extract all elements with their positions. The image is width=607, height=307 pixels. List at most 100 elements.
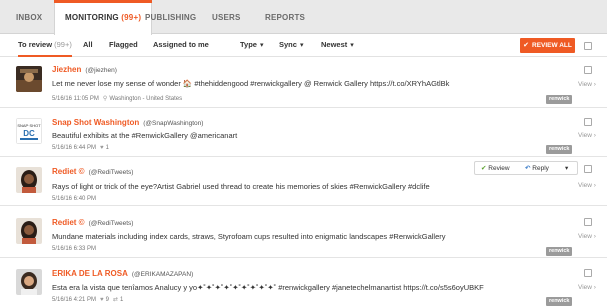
- like-count: 1: [105, 145, 109, 151]
- author-handle: (@jiezhen): [85, 67, 117, 74]
- tag-badge[interactable]: renwick: [546, 297, 573, 306]
- chevron-right-icon: ›: [593, 182, 596, 189]
- reply-options-dropdown[interactable]: ▾: [565, 162, 568, 174]
- tab-inbox[interactable]: INBOX: [16, 0, 42, 34]
- newest-dropdown[interactable]: Newest: [321, 35, 354, 57]
- author-name-text: Rediet ©: [52, 218, 85, 227]
- chevron-right-icon: ›: [593, 132, 596, 139]
- select-all-checkbox[interactable]: [584, 42, 592, 50]
- post-date: 5/16/16 6:33 PM: [52, 246, 97, 252]
- review-all-button[interactable]: ✔ REVIEW ALL: [520, 38, 575, 53]
- avatar: [16, 66, 42, 92]
- view-label: View: [578, 132, 592, 139]
- filter-flagged[interactable]: Flagged: [109, 35, 138, 57]
- post-date: 5/16/16 11:05 PM: [52, 96, 99, 102]
- avatar-image: [16, 66, 42, 92]
- author-name-text: Snap Shot Washington: [52, 118, 140, 127]
- filter-to-review-label: To review: [18, 40, 53, 49]
- avatar-image: SNAP·SHOT DC: [16, 118, 42, 144]
- tab-publishing[interactable]: PUBLISHING: [145, 0, 196, 34]
- review-button[interactable]: ✔ Review: [481, 162, 510, 174]
- author-name[interactable]: Snap Shot Washington (@SnapWashington): [52, 118, 203, 127]
- post-date: 5/16/16 4:21 PM: [52, 297, 97, 303]
- post-meta: 5/16/16 6:33 PM: [52, 246, 96, 252]
- check-icon: ✔: [481, 165, 487, 172]
- post-item: ERIKA DE LA ROSA (@ERIKAMAZAPAN) Esta era…: [0, 259, 607, 307]
- tag-badge[interactable]: renwick: [546, 95, 573, 104]
- view-link[interactable]: View ›: [578, 284, 596, 291]
- author-handle: (@RediTweets): [88, 169, 134, 176]
- tag-badge[interactable]: renwick: [546, 247, 573, 256]
- post-text: Beautiful exhibits at the #RenwickGaller…: [52, 131, 238, 140]
- post-text: Esta era la vista que tenîamos Analucy y…: [52, 283, 484, 292]
- author-handle: (@RediTweets): [88, 220, 134, 227]
- location-pin-icon: ⚲: [102, 96, 108, 102]
- tag-badge[interactable]: renwick: [546, 145, 573, 154]
- top-nav: INBOX MONITORING (99+) PUBLISHING USERS …: [0, 0, 607, 35]
- tab-reports[interactable]: REPORTS: [265, 0, 305, 34]
- view-link[interactable]: View ›: [578, 132, 596, 139]
- post-text: Rays of light or trick of the eye?Artist…: [52, 182, 430, 191]
- reply-label: Reply: [532, 165, 549, 172]
- author-name-text: Jiezhen: [52, 65, 82, 74]
- tab-monitoring[interactable]: MONITORING (99+): [54, 0, 153, 35]
- check-icon: ✔: [523, 42, 530, 49]
- post-date: 5/16/16 6:40 PM: [52, 196, 97, 202]
- post-item: Rediet © (@RediTweets) Mundane materials …: [0, 207, 607, 258]
- author-name[interactable]: Rediet © (@RediTweets): [52, 218, 133, 227]
- post-item: Rediet © (@RediTweets) ✔ Review ↶ Reply ▾…: [0, 158, 607, 206]
- author-handle: (@ERIKAMAZAPAN): [131, 271, 194, 278]
- tab-monitoring-label: MONITORING: [65, 13, 119, 22]
- avatar: [16, 218, 42, 244]
- heart-icon: ♥: [100, 145, 104, 151]
- post-meta: 5/16/16 6:40 PM: [52, 196, 96, 202]
- author-name-text: Rediet ©: [52, 167, 85, 176]
- post-checkbox[interactable]: [584, 218, 592, 226]
- view-label: View: [578, 182, 592, 189]
- reply-button[interactable]: ↶ Reply: [525, 162, 549, 174]
- view-link[interactable]: View ›: [578, 233, 596, 240]
- tab-monitoring-count: (99+): [121, 13, 142, 22]
- post-checkbox[interactable]: [584, 66, 592, 74]
- post-checkbox[interactable]: [584, 165, 592, 173]
- type-dropdown[interactable]: Type: [240, 35, 263, 57]
- svg-text:DC: DC: [23, 129, 35, 138]
- post-checkbox[interactable]: [584, 118, 592, 126]
- post-location: Washington - United States: [109, 96, 183, 102]
- view-label: View: [578, 81, 592, 88]
- author-name[interactable]: Rediet © (@RediTweets): [52, 167, 133, 176]
- svg-text:SNAP·SHOT: SNAP·SHOT: [17, 123, 41, 128]
- reply-icon: ↶: [525, 165, 531, 172]
- view-link[interactable]: View ›: [578, 81, 596, 88]
- post-meta: 5/16/16 6:44 PM ♥ 1: [52, 145, 109, 151]
- author-name[interactable]: Jiezhen (@jiezhen): [52, 65, 117, 74]
- post-meta: 5/16/16 4:21 PM ♥ 9 ⇄ 1: [52, 296, 123, 303]
- view-label: View: [578, 284, 592, 291]
- post-date: 5/16/16 6:44 PM: [52, 145, 97, 151]
- author-name-text: ERIKA DE LA ROSA: [52, 269, 128, 278]
- chevron-down-icon: ▾: [565, 165, 569, 172]
- view-link[interactable]: View ›: [578, 182, 596, 189]
- filter-assigned[interactable]: Assigned to me: [153, 35, 209, 57]
- post-actions: ✔ Review ↶ Reply ▾: [474, 161, 578, 175]
- retweet-count: 1: [119, 297, 124, 303]
- filter-bar: To review (99+) All Flagged Assigned to …: [0, 35, 607, 57]
- chevron-right-icon: ›: [593, 81, 596, 88]
- author-name[interactable]: ERIKA DE LA ROSA (@ERIKAMAZAPAN): [52, 269, 193, 278]
- chevron-right-icon: ›: [593, 233, 596, 240]
- avatar-image: [16, 269, 42, 295]
- review-all-label: REVIEW ALL: [532, 42, 572, 49]
- filter-to-review-count: (99+): [54, 40, 72, 49]
- author-handle: (@SnapWashington): [143, 120, 204, 127]
- like-count: 9: [105, 297, 109, 303]
- post-text: Let me never lose my sense of wonder 🏠 #…: [52, 79, 450, 88]
- filter-all[interactable]: All: [83, 35, 93, 57]
- heart-icon: ♥: [100, 297, 104, 303]
- post-meta: 5/16/16 11:05 PM ⚲ Washington - United Sta…: [52, 95, 182, 102]
- avatar: SNAP·SHOT DC: [16, 118, 42, 144]
- avatar-image: [16, 218, 42, 244]
- tab-users[interactable]: USERS: [212, 0, 241, 34]
- post-checkbox[interactable]: [584, 269, 592, 277]
- filter-to-review[interactable]: To review (99+): [18, 35, 72, 57]
- sync-dropdown[interactable]: Sync: [279, 35, 303, 57]
